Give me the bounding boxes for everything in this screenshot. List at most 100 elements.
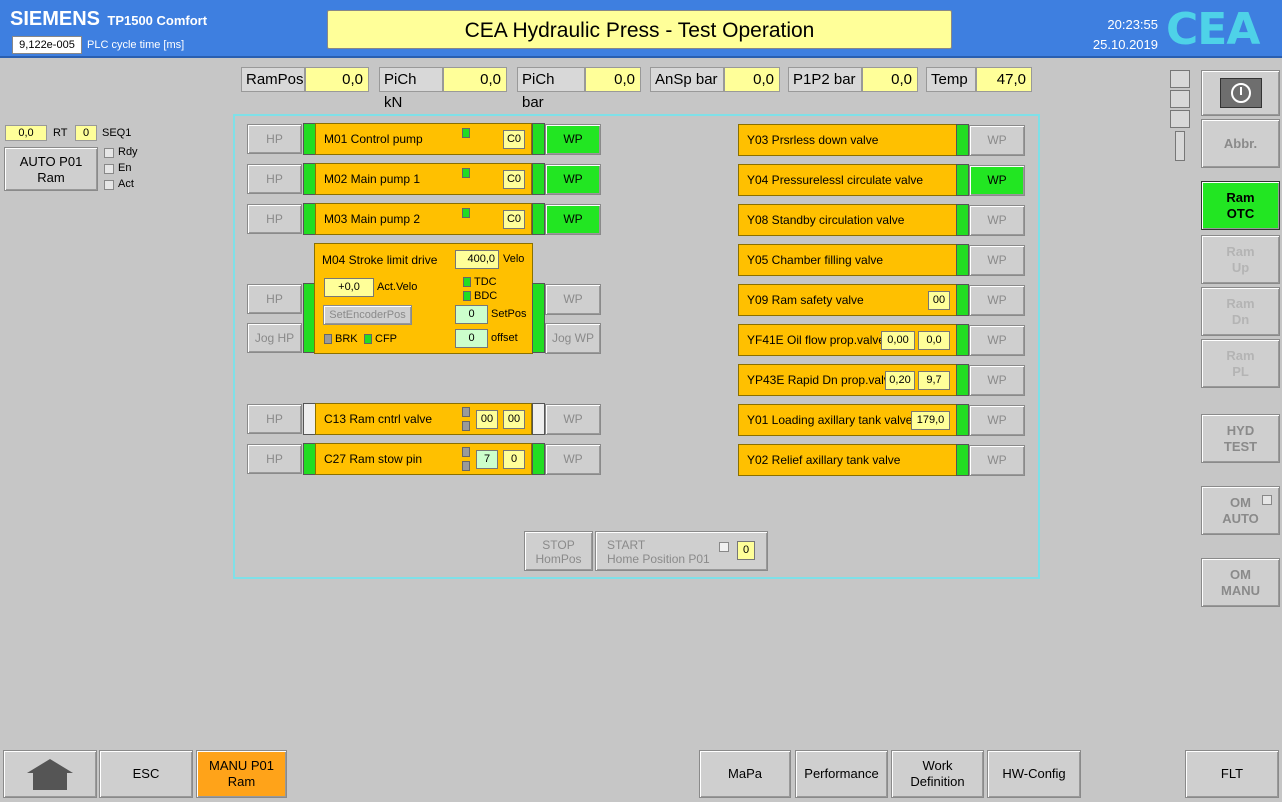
y09-wp-button[interactable]: WP — [969, 285, 1025, 316]
flt-button[interactable]: FLT — [1185, 750, 1279, 798]
yf41e-wp-button[interactable]: WP — [969, 325, 1025, 356]
y05-wp-button[interactable]: WP — [969, 245, 1025, 276]
clock: 20:23:55 25.10.2019 — [1080, 15, 1158, 55]
ram-up-line1: Ram — [1226, 243, 1255, 259]
valve-label: Y01 Loading axillary tank valve — [747, 413, 913, 427]
work-definition-button[interactable]: Work Definition — [891, 750, 984, 798]
y01-wp-button[interactable]: WP — [969, 405, 1025, 436]
yf41e-value-2: 0,0 — [918, 331, 950, 350]
valve-y04[interactable]: Y04 Pressurelessl circulate valve — [738, 164, 957, 196]
y08-status-bar — [956, 204, 969, 236]
m02-running-led — [462, 168, 470, 178]
yp43e-value-2: 9,7 — [918, 371, 950, 390]
m04-act-velo-value: +0,0 — [324, 278, 374, 297]
plc-cycle-value: 9,122e-005 — [12, 36, 82, 54]
om-manu-button[interactable]: OM MANU — [1201, 558, 1280, 607]
page-selector-1[interactable] — [1170, 70, 1190, 88]
y09-status-bar — [956, 284, 969, 316]
valve-label: Y03 Prsrless down valve — [747, 133, 879, 147]
seq-value: 0 — [75, 125, 97, 141]
yp43e-value-1: 0,20 — [885, 371, 915, 390]
performance-button[interactable]: Performance — [795, 750, 888, 798]
readout-rampos: RamPos 0,0 — [241, 67, 369, 92]
set-encoder-pos-button[interactable]: SetEncoderPos — [323, 305, 412, 325]
auto-p01-ram-button[interactable]: AUTO P01 Ram — [4, 147, 98, 191]
m02-main-pump-1[interactable]: M02 Main pump 1 C0 — [315, 163, 532, 195]
power-button[interactable] — [1201, 70, 1280, 116]
valve-yp43e[interactable]: YP43E Rapid Dn prop.valve 0,20 9,7 — [738, 364, 957, 396]
valve-y09[interactable]: Y09 Ram safety valve 00 — [738, 284, 957, 316]
c27-label: C27 Ram stow pin — [324, 452, 423, 466]
readout-label: RamPos — [241, 67, 305, 92]
ram-pl-button[interactable]: Ram PL — [1201, 339, 1280, 388]
y03-status-bar — [956, 124, 969, 156]
m02-wp-button[interactable]: WP — [545, 164, 601, 195]
valve-y02[interactable]: Y02 Relief axillary tank valve — [738, 444, 957, 476]
m03-hp-button[interactable]: HP — [247, 204, 302, 234]
y04-wp-button[interactable]: WP — [969, 165, 1025, 196]
m03-code: C0 — [503, 210, 525, 229]
readout-temp: Temp 47,0 — [926, 67, 1032, 92]
manu-p01-ram-button[interactable]: MANU P01 Ram — [196, 750, 287, 798]
m04-jog-hp-button[interactable]: Jog HP — [247, 323, 302, 353]
ram-dn-button[interactable]: Ram Dn — [1201, 287, 1280, 336]
c27-value-1: 7 — [476, 450, 498, 469]
yp43e-wp-button[interactable]: WP — [969, 365, 1025, 396]
m01-wp-button[interactable]: WP — [545, 124, 601, 155]
m04-hp-button[interactable]: HP — [247, 284, 302, 314]
hw-config-button[interactable]: HW-Config — [987, 750, 1081, 798]
stop-hompos-button[interactable]: STOP HomPos — [524, 531, 593, 571]
ram-otc-button[interactable]: Ram OTC — [1201, 181, 1280, 230]
c27-wp-button[interactable]: WP — [545, 444, 601, 475]
m04-setpos-value[interactable]: 0 — [455, 305, 488, 324]
manu-line1: MANU P01 — [208, 758, 275, 773]
readout-label: P1P2 bar — [788, 67, 862, 92]
m04-offset-value[interactable]: 0 — [455, 329, 488, 348]
ram-up-button[interactable]: Ram Up — [1201, 235, 1280, 284]
ram-dn-line1: Ram — [1226, 295, 1255, 311]
valve-y03[interactable]: Y03 Prsrless down valve — [738, 124, 957, 156]
rt-label: RT — [53, 127, 68, 139]
valve-y05[interactable]: Y05 Chamber filling valve — [738, 244, 957, 276]
page-selector-3[interactable] — [1170, 110, 1190, 128]
home-button[interactable] — [3, 750, 97, 798]
y08-wp-button[interactable]: WP — [969, 205, 1025, 236]
c27-right-status-bar — [532, 443, 545, 475]
work-line2: Definition — [910, 774, 965, 789]
y03-wp-button[interactable]: WP — [969, 125, 1025, 156]
c27-ram-stow-pin[interactable]: C27 Ram stow pin 7 0 — [315, 443, 532, 475]
tdc-label: TDC — [474, 276, 497, 288]
c13-ram-cntrl-valve[interactable]: C13 Ram cntrl valve 00 00 — [315, 403, 532, 435]
c13-wp-button[interactable]: WP — [545, 404, 601, 435]
m03-main-pump-2[interactable]: M03 Main pump 2 C0 — [315, 203, 532, 235]
c27-value-2: 0 — [503, 450, 525, 469]
m01-control-pump[interactable]: M01 Control pump C0 — [315, 123, 532, 155]
abbr-button[interactable]: Abbr. — [1201, 119, 1280, 168]
act-indicator — [104, 180, 114, 190]
esc-label: ESC — [132, 766, 160, 781]
scroll-indicator[interactable] — [1175, 131, 1185, 161]
m04-velo-value[interactable]: 400,0 — [455, 250, 499, 269]
m03-right-status-bar — [532, 203, 545, 235]
hyd-line1: HYD — [1226, 422, 1255, 438]
m01-hp-button[interactable]: HP — [247, 124, 302, 154]
m01-right-status-bar — [532, 123, 545, 155]
c27-hp-button[interactable]: HP — [247, 444, 302, 474]
valve-y08[interactable]: Y08 Standby circulation valve — [738, 204, 957, 236]
esc-button[interactable]: ESC — [99, 750, 193, 798]
start-home-position-button[interactable]: START Home Position P01 0 — [595, 531, 768, 571]
mapa-button[interactable]: MaPa — [699, 750, 791, 798]
page-selector-2[interactable] — [1170, 90, 1190, 108]
m02-hp-button[interactable]: HP — [247, 164, 302, 194]
valve-yf41e[interactable]: YF41E Oil flow prop.valve 0,00 0,0 — [738, 324, 957, 356]
c13-hp-button[interactable]: HP — [247, 404, 302, 434]
valve-y01[interactable]: Y01 Loading axillary tank valve 179,0 — [738, 404, 957, 436]
m04-wp-button[interactable]: WP — [545, 284, 601, 315]
hyd-test-button[interactable]: HYD TEST — [1201, 414, 1280, 463]
valve-label: Y04 Pressurelessl circulate valve — [747, 173, 924, 187]
m04-jog-wp-button[interactable]: Jog WP — [545, 323, 601, 354]
m01-running-led — [462, 128, 470, 138]
y02-wp-button[interactable]: WP — [969, 445, 1025, 476]
m03-wp-button[interactable]: WP — [545, 204, 601, 235]
om-auto-button[interactable]: OM AUTO — [1201, 486, 1280, 535]
